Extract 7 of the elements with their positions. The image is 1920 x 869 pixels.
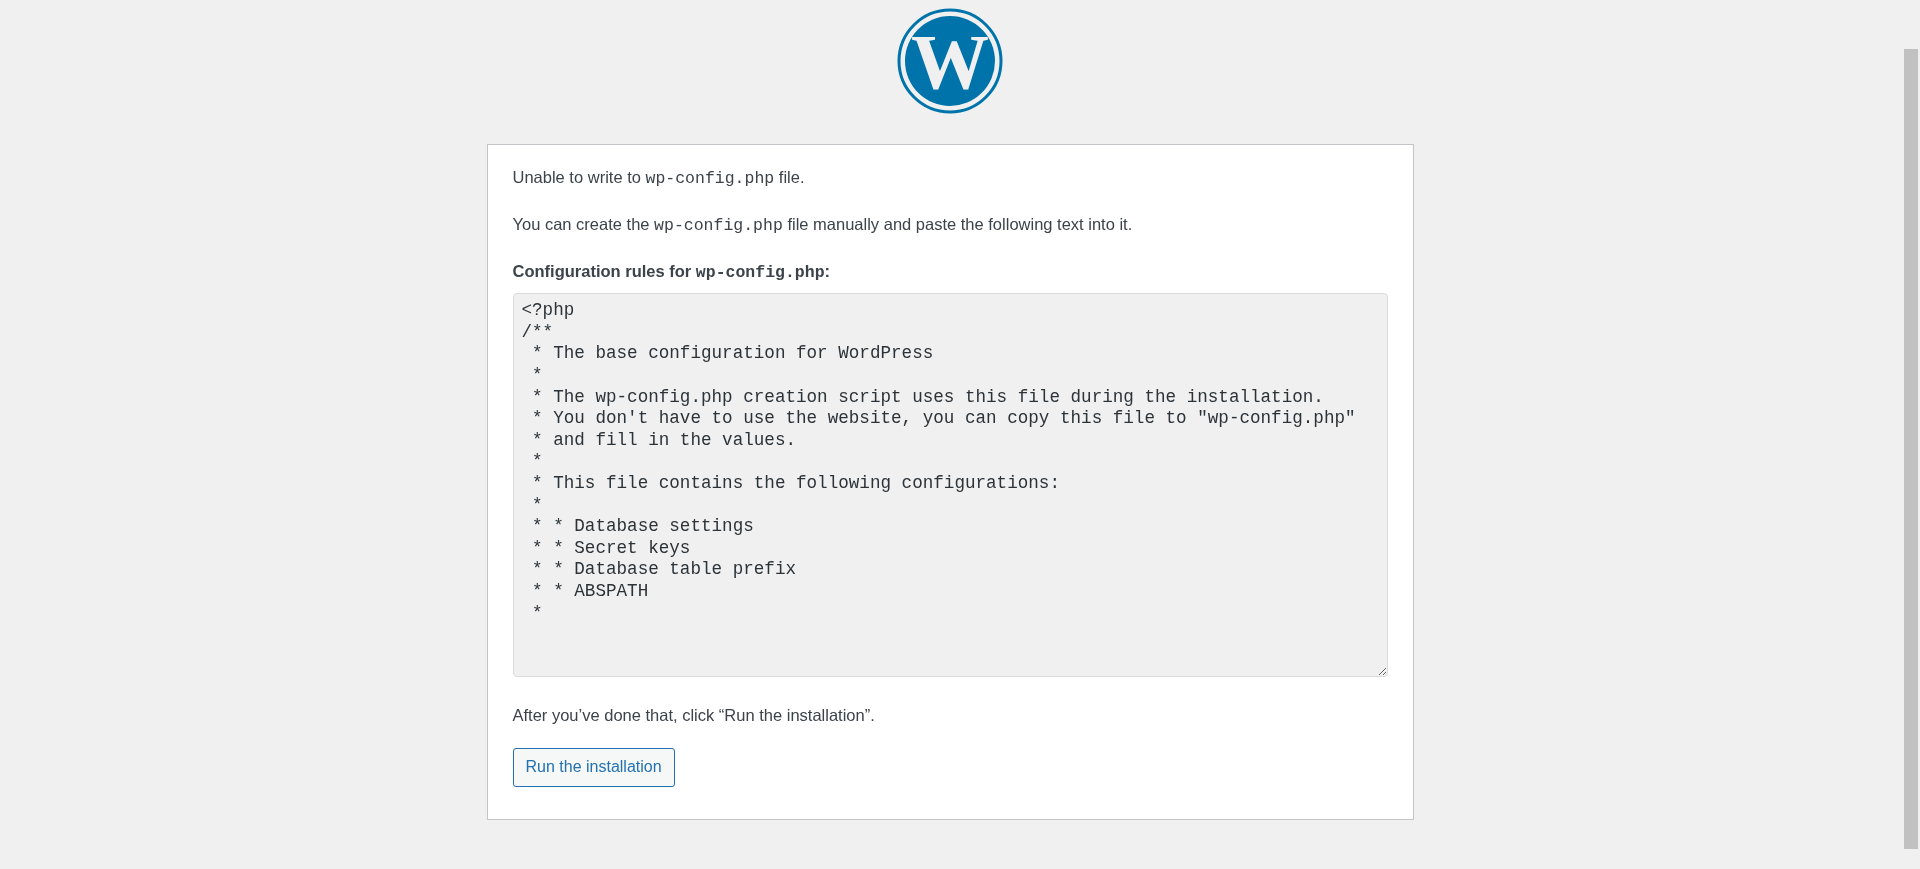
message-text: You can create the wp-config.php file manually and paste the following text into it. [512, 213, 1134, 237]
config-text-area[interactable]: <?php /** * The base configuration for WordPress * * The wp-config.php creation script uses this file during the installation. * You don't have to use the website, you can copy this file to "wp-config.php" * and fill in the values. * * This file contains the following configurations: * * * Database settings * * Secret keys * * Database table prefix * * ABSPATH * [512, 293, 1388, 678]
message-text: Unable to write to wp-config.php file. [512, 167, 806, 190]
config-label: Configuration rules for wp-config.php: [512, 260, 832, 284]
instruction-text: After you’ve done that, click “Run the installation”. [512, 705, 876, 727]
run-installation-button[interactable]: Run the installation [512, 748, 675, 787]
logo-icon: W [897, 8, 1003, 114]
